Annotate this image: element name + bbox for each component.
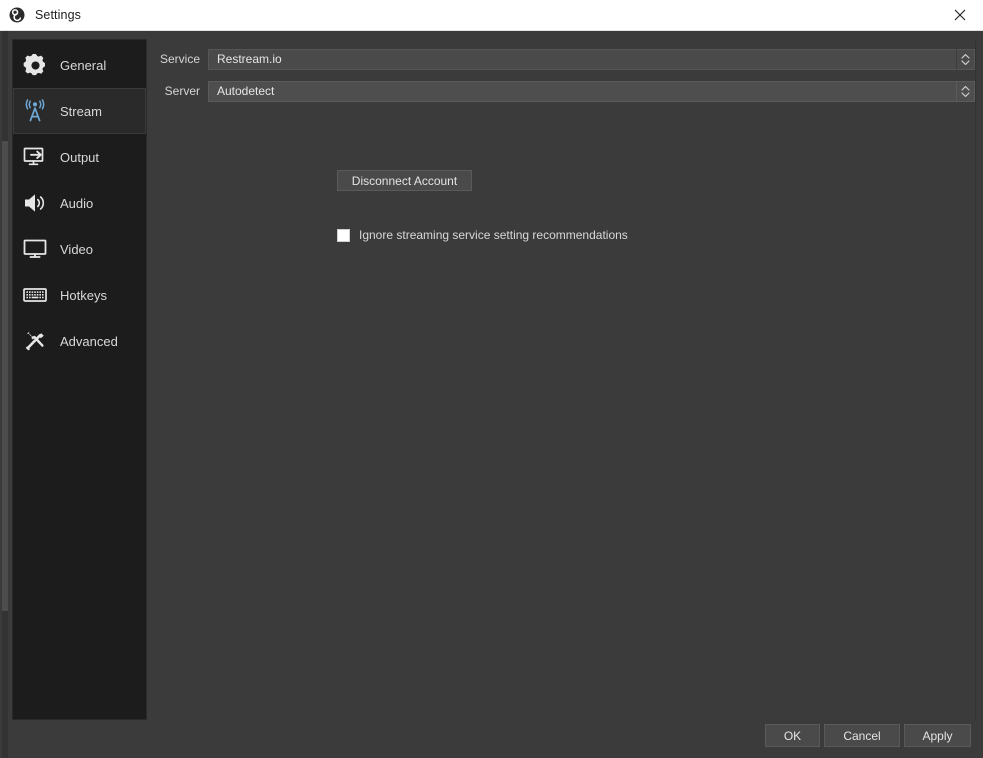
service-dropdown-button[interactable] bbox=[956, 48, 975, 70]
sidebar-item-general[interactable]: General bbox=[13, 42, 146, 88]
server-row: Server Autodetect bbox=[155, 80, 975, 102]
output-icon bbox=[20, 142, 50, 172]
service-value[interactable]: Restream.io bbox=[208, 48, 956, 70]
sidebar-item-video[interactable]: Video bbox=[13, 226, 146, 272]
sidebar-item-label: General bbox=[60, 57, 107, 73]
scrollbar-thumb[interactable] bbox=[2, 141, 8, 611]
service-row: Service Restream.io bbox=[155, 48, 975, 70]
speaker-icon bbox=[20, 188, 50, 218]
server-value[interactable]: Autodetect bbox=[208, 80, 956, 102]
server-dropdown-button[interactable] bbox=[956, 80, 975, 102]
cancel-button[interactable]: Cancel bbox=[824, 724, 900, 747]
sidebar-item-label: Video bbox=[60, 241, 94, 257]
pane-divider bbox=[975, 39, 976, 720]
ignore-recommendations-checkbox[interactable] bbox=[337, 228, 350, 242]
broadcast-icon bbox=[20, 96, 50, 126]
settings-dialog: Settings General Stream Output Audio Vid… bbox=[0, 0, 983, 758]
close-icon bbox=[954, 9, 966, 21]
sidebar-item-label: Advanced bbox=[60, 333, 118, 349]
left-scrollbar[interactable] bbox=[0, 31, 9, 758]
close-button[interactable] bbox=[937, 0, 983, 31]
window-title: Settings bbox=[35, 8, 81, 22]
sidebar-item-advanced[interactable]: Advanced bbox=[13, 318, 146, 364]
gear-icon bbox=[20, 50, 50, 80]
keyboard-icon bbox=[20, 280, 50, 310]
obs-logo-icon bbox=[9, 7, 25, 23]
disconnect-account-button[interactable]: Disconnect Account bbox=[337, 170, 472, 191]
apply-button[interactable]: Apply bbox=[904, 724, 971, 747]
settings-category-list[interactable]: General Stream Output Audio Video Hotkey… bbox=[12, 39, 147, 720]
server-label: Server bbox=[164, 84, 200, 98]
sidebar-item-audio[interactable]: Audio bbox=[13, 180, 146, 226]
sidebar-item-output[interactable]: Output bbox=[13, 134, 146, 180]
service-dropdown[interactable]: Restream.io bbox=[208, 48, 975, 70]
sidebar-item-label: Stream bbox=[60, 103, 102, 119]
sidebar-item-label: Audio bbox=[60, 195, 94, 211]
title-bar: Settings bbox=[0, 0, 983, 31]
sidebar-item-hotkeys[interactable]: Hotkeys bbox=[13, 272, 146, 318]
service-label: Service bbox=[159, 52, 200, 66]
ignore-recommendations-label: Ignore streaming service setting recomme… bbox=[359, 228, 628, 242]
sidebar-item-stream[interactable]: Stream bbox=[13, 88, 146, 134]
spinner-updown-icon bbox=[961, 85, 970, 97]
stream-settings-pane: Service Restream.io Server Autodetect Di… bbox=[155, 31, 983, 758]
dialog-body: General Stream Output Audio Video Hotkey… bbox=[0, 31, 983, 758]
sidebar-item-label: Output bbox=[60, 149, 100, 165]
tools-icon bbox=[20, 326, 50, 356]
sidebar-item-label: Hotkeys bbox=[60, 287, 107, 303]
ignore-recommendations-row[interactable]: Ignore streaming service setting recomme… bbox=[337, 228, 628, 242]
spinner-updown-icon bbox=[961, 53, 970, 65]
ok-button[interactable]: OK bbox=[765, 724, 820, 747]
monitor-icon bbox=[20, 234, 50, 264]
server-dropdown[interactable]: Autodetect bbox=[208, 80, 975, 102]
dialog-footer: OK Cancel Apply bbox=[0, 693, 983, 758]
